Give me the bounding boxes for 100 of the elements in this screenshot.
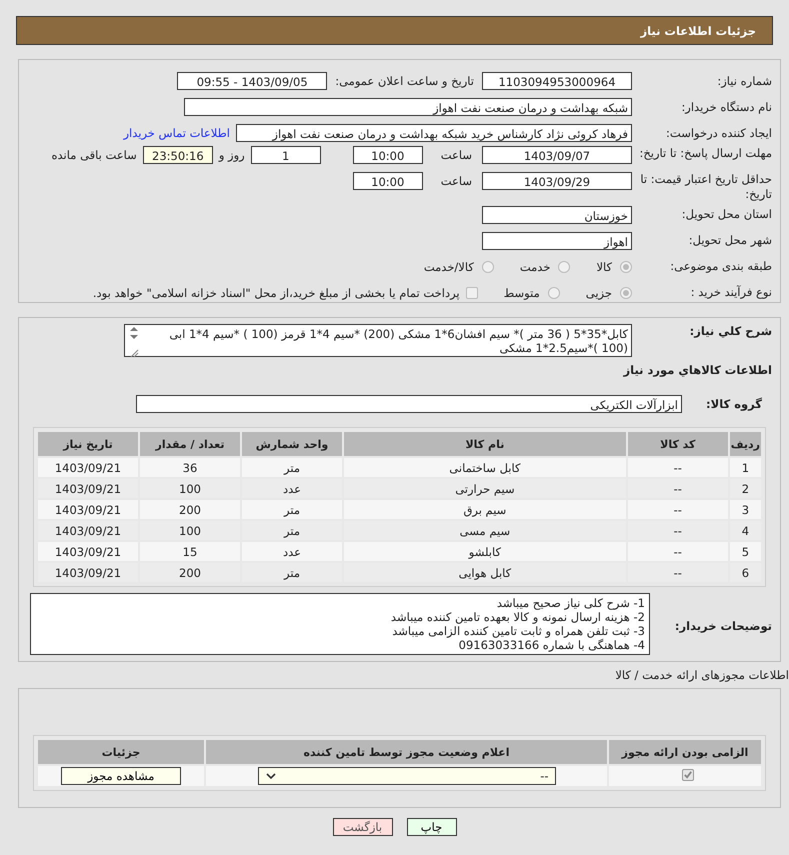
date-field[interactable]: 1403/09/29 [482, 172, 632, 190]
checkbox-label: پرداخت تمام یا بخشی از مبلغ خرید،از محل "اسناد خزانه اسلامی" خواهد بود. [92, 286, 460, 300]
column-header: تعداد / مقدار [140, 432, 240, 456]
field-label: شرح کلي نياز: [688, 324, 773, 339]
column-header: تاریخ نیاز [38, 432, 138, 456]
table-cell: -- [628, 479, 728, 498]
table-cell: 1403/09/21 [38, 542, 138, 561]
table-cell: 15 [140, 542, 240, 561]
field-label: روز و [218, 147, 245, 164]
table-cell: کابلشو [344, 542, 626, 561]
table-cell: متر [242, 500, 342, 519]
note-line: 1- شرح کلی نیاز صحیح میباشد [496, 596, 645, 610]
table-cell: متر [242, 563, 342, 582]
time-field[interactable]: 10:00 [352, 172, 423, 190]
table-cell: 200 [140, 563, 240, 582]
chevron-down-icon [264, 772, 276, 780]
table-cell: 1403/09/21 [38, 500, 138, 519]
table-cell: 100 [140, 521, 240, 540]
table-cell: کابل ساختمانی [344, 458, 626, 477]
table-cell: 1403/09/21 [38, 521, 138, 540]
table-cell: سیم حرارتی [344, 479, 626, 498]
section-title: اطلاعات کالاهاي مورد نياز [622, 363, 773, 377]
radio-icon[interactable] [620, 286, 632, 299]
table-cell: سیم برق [344, 500, 626, 519]
radio-icon[interactable] [620, 260, 632, 273]
description-textarea[interactable]: کابل*35*5 ( 36 متر )* سیم افشان6*1 مشکی (200) *سیم 4*1 قرمز (100 ) *سیم 4*1 ابی (100 )*سیم2.5*1 مشکی [124, 324, 632, 357]
print-button[interactable]: چاپ [406, 818, 456, 836]
province-field[interactable]: خوزستان [482, 206, 632, 224]
field-label: نوع فرآیند خرید : [690, 285, 773, 300]
field-label: ساعت [440, 173, 472, 190]
note-line: 2- هزینه ارسال نمونه و کالا بعهده تامین کننده میباشد [390, 610, 645, 624]
radio-icon[interactable] [548, 286, 560, 299]
radio-icon[interactable] [482, 260, 494, 273]
field-label: گروه کالا: [705, 396, 763, 412]
column-header: جزئیات [38, 740, 204, 764]
field-label: حداقل تاریخ اعتبار قیمت: تا تاریخ: [639, 172, 773, 202]
need-number-field[interactable]: 1103094953000964 [482, 72, 632, 90]
field-label: استان محل تحویل: [680, 207, 773, 222]
field-label: طبقه بندی موضوعی: [669, 259, 773, 274]
section-title: اطلاعات مجوزهای ارائه خدمت / کالا [614, 668, 789, 684]
field-label: توضیحات خریدار: [674, 618, 773, 634]
buyer-notes-textarea[interactable]: 1- شرح کلی نیاز صحیح میباشد 2- هزینه ارسال نمونه و کالا بعهده تامین کننده میباشد 3- ثبت تلفن همراه و ثابت تامین کننده الزامی میباشد 4- هماهنگی با شماره 09163033166 [30, 593, 650, 655]
column-header: ردیف [730, 432, 761, 456]
remaining-time-field[interactable]: 23:50:16 [142, 146, 213, 164]
table-cell: کابل هوایی [344, 563, 626, 582]
table-cell: سیم مسی [344, 521, 626, 540]
column-header: کد کالا [628, 432, 728, 456]
table-cell: عدد [242, 479, 342, 498]
table-cell: -- [628, 563, 728, 582]
requester-field[interactable]: فرهاد کروئی نژاد کارشناس خرید شبکه بهداشت و درمان صنعت نفت اهواز [236, 124, 632, 142]
field-label: شماره نیاز: [716, 74, 773, 88]
field-label: تاریخ و ساعت اعلان عمومی: [335, 74, 474, 88]
buyer-contact-link[interactable]: اطلاعات تماس خریدار [123, 126, 230, 140]
radio-icon[interactable] [558, 260, 570, 273]
view-license-button[interactable]: مشاهده مجوز [61, 767, 181, 785]
table-cell: -- [628, 521, 728, 540]
field-label: شهر محل تحویل: [688, 233, 773, 248]
field-label: مهلت ارسال پاسخ: تا تاریخ: [638, 146, 773, 161]
back-button[interactable]: بازگشت [332, 818, 392, 836]
status-select[interactable]: -- [258, 767, 556, 785]
table-cell: 1 [730, 458, 761, 477]
table-cell: 1403/09/21 [38, 458, 138, 477]
table-cell: متر [242, 521, 342, 540]
radio-option[interactable]: جزیی [586, 286, 632, 300]
page-title: جزئیات اطلاعات نیاز [640, 24, 756, 38]
time-field[interactable]: 10:00 [352, 146, 423, 164]
checkbox[interactable] [682, 768, 694, 781]
column-header: اعلام وضعیت مجوز توسط تامین کننده [206, 740, 607, 764]
field-label: ساعت [440, 147, 472, 164]
table-cell: متر [242, 458, 342, 477]
table-cell: 1403/09/21 [38, 563, 138, 582]
table-cell: 3 [730, 500, 761, 519]
table-cell: 4 [730, 521, 761, 540]
date-field[interactable]: 1403/09/07 [482, 146, 632, 164]
table-cell: -- [628, 500, 728, 519]
note-line: 3- ثبت تلفن همراه و ثابت تامین کننده الزامی میباشد [391, 624, 645, 638]
table-cell: 2 [730, 479, 761, 498]
table-cell: 1403/09/21 [38, 479, 138, 498]
checkbox[interactable] [466, 286, 478, 299]
note-line: 4- هماهنگی با شماره 09163033166 [458, 638, 645, 652]
radio-option[interactable]: خدمت [520, 260, 570, 274]
table-cell: -- [628, 458, 728, 477]
field-label: نام دستگاه خریدار: [680, 100, 773, 114]
column-header: الزامی بودن ارائه مجوز [609, 740, 761, 764]
table-cell: 36 [140, 458, 240, 477]
field-label: ساعت باقی مانده [52, 147, 137, 164]
scroll-arrows-icon[interactable] [128, 325, 140, 359]
table-cell: عدد [242, 542, 342, 561]
radio-option[interactable]: کالا [596, 260, 632, 274]
goods-group-field[interactable]: ابزارآلات الکتریکی [136, 395, 682, 413]
table-cell: 5 [730, 542, 761, 561]
buyer-org-field[interactable]: شبکه بهداشت و درمان صنعت نفت اهواز [184, 98, 632, 116]
days-field[interactable]: 1 [250, 146, 321, 164]
table-cell: -- [628, 542, 728, 561]
radio-option[interactable]: کالا/خدمت [424, 260, 494, 274]
city-field[interactable]: اهواز [482, 232, 632, 250]
table-cell: 6 [730, 563, 761, 582]
radio-option[interactable]: متوسط [504, 286, 560, 300]
table-cell: 200 [140, 500, 240, 519]
announce-date-field[interactable]: 1403/09/05 - 09:55 [177, 72, 328, 90]
